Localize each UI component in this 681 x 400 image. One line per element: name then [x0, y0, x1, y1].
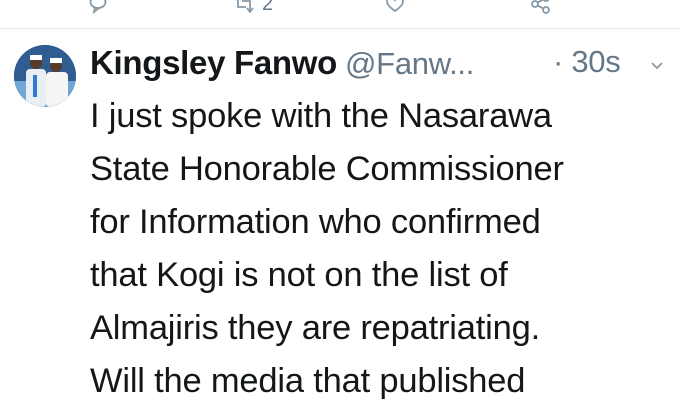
tweet-divider	[0, 28, 681, 29]
author-handle[interactable]: @Fanw...	[345, 46, 474, 82]
reply-icon	[88, 0, 108, 14]
tweet-text-line: that Kogi is not on the list of	[90, 256, 508, 294]
chevron-down-icon[interactable]	[650, 58, 664, 76]
share-icon	[530, 0, 552, 14]
heart-icon	[385, 0, 405, 14]
tweet-text-line: for Information who confirmed	[90, 203, 541, 241]
avatar[interactable]	[14, 45, 76, 107]
tweet-text: I just spoke with the Nasarawa State Hon…	[90, 90, 675, 400]
tweet-text-line: Almajiris they are repatriating.	[90, 309, 540, 347]
tweet-timestamp[interactable]: · 30s	[553, 44, 621, 80]
tweet-screen: 2 Kingsley Fanwo @Fanw... · 30s I just s…	[0, 0, 681, 400]
retweet-button[interactable]: 2	[232, 0, 273, 14]
previous-tweet-action-bar: 2	[0, 0, 681, 24]
tweet-text-line: State Honorable Commissioner	[90, 150, 564, 188]
tweet-header: Kingsley Fanwo @Fanw...	[90, 44, 474, 84]
retweet-count: 2	[262, 0, 274, 15]
reply-button[interactable]	[88, 0, 108, 14]
share-button[interactable]	[530, 0, 552, 14]
author-name[interactable]: Kingsley Fanwo	[90, 44, 337, 82]
tweet-text-line: Will the media that published	[90, 362, 526, 400]
like-button[interactable]	[385, 0, 405, 14]
retweet-icon	[232, 0, 256, 14]
tweet-text-line: I just spoke with the Nasarawa	[90, 97, 552, 135]
